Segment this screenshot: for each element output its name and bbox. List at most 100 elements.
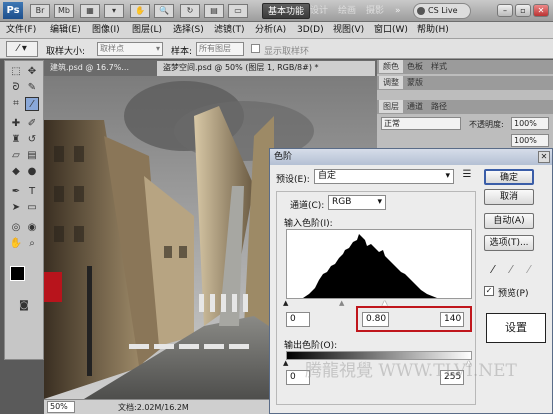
eyedropper-preset-icon[interactable]: ⁄ ▾ — [6, 41, 38, 57]
workspace-painting[interactable]: 绘画 — [333, 3, 361, 19]
lasso-tool-icon[interactable]: ᘐ — [9, 81, 23, 95]
pen-tool-icon[interactable]: ✒ — [9, 185, 23, 199]
quick-mask-icon[interactable]: ◙ — [17, 299, 31, 313]
input-levels-label: 输入色阶(I): — [284, 219, 333, 229]
grid-icon[interactable]: ▦ — [80, 4, 100, 18]
workspace-design[interactable]: 设计 — [305, 3, 333, 19]
screen-mode-icon[interactable]: ▭ — [228, 4, 248, 18]
tab-layers[interactable]: 图层 — [379, 100, 403, 113]
marquee-tool-icon[interactable]: ⬚ — [9, 65, 23, 79]
menu-window[interactable]: 窗口(W) — [374, 24, 408, 37]
menu-view[interactable]: 视图(V) — [333, 24, 364, 37]
input-white-field[interactable]: 140 — [440, 312, 464, 327]
tab-paths[interactable]: 路径 — [427, 100, 451, 113]
minimize-icon[interactable]: – — [497, 4, 513, 17]
zoom-icon[interactable]: 🔍 — [154, 4, 174, 18]
quick-select-tool-icon[interactable]: ✎ — [25, 81, 39, 95]
history-brush-icon[interactable]: ↺ — [25, 133, 39, 147]
path-select-tool-icon[interactable]: ➤ — [9, 201, 23, 215]
gray-eyedropper-icon[interactable]: ⁄ — [510, 263, 512, 276]
menu-file[interactable]: 文件(F) — [6, 24, 36, 37]
menu-image[interactable]: 图像(I) — [92, 24, 120, 37]
channel-select[interactable]: RGB ▾ — [328, 195, 386, 210]
tab-masks[interactable]: 蒙版 — [403, 76, 427, 89]
preview-label: 预览(P) — [498, 289, 529, 299]
tab-building[interactable]: 建筑.psd @ 16.7%... — [44, 61, 155, 76]
output-black-slider[interactable]: ▲ — [283, 360, 288, 367]
zoom-field[interactable]: 50% — [47, 401, 75, 413]
white-eyedropper-icon[interactable]: ⁄ — [528, 263, 530, 276]
dialog-title: 色阶 — [270, 149, 552, 165]
restore-icon[interactable]: ▫ — [515, 4, 531, 17]
toolbox: ⬚ ✥ ᘐ ✎ ⌗ ⁄ ✚ ✐ ♜ ↺ ▱ ▤ ◆ ● ✒ T ➤ ▭ ◎ ◉ … — [4, 60, 44, 360]
blur-tool-icon[interactable]: ◆ — [9, 165, 23, 179]
menu-analysis[interactable]: 分析(A) — [255, 24, 286, 37]
cs-live-button[interactable]: CS Live — [413, 3, 471, 19]
rotate-icon[interactable]: ↻ — [180, 4, 200, 18]
input-black-field[interactable]: 0 — [286, 312, 310, 327]
show-ring-checkbox[interactable] — [251, 44, 260, 53]
workspace-photography[interactable]: 摄影 — [361, 3, 389, 19]
tab-styles[interactable]: 样式 — [427, 60, 451, 73]
tab-channels[interactable]: 通道 — [403, 100, 427, 113]
tab-inception[interactable]: 盗梦空间.psd @ 50% (图层 1, RGB/8#) * — [157, 61, 375, 76]
bridge-icon[interactable]: Br — [30, 4, 50, 18]
arrange-icon[interactable]: ▤ — [204, 4, 224, 18]
foreground-color-swatch[interactable] — [10, 266, 25, 281]
auto-button[interactable]: 自动(A) — [484, 213, 534, 229]
black-eyedropper-icon[interactable]: ⁄ — [492, 263, 494, 276]
menu-help[interactable]: 帮助(H) — [417, 24, 449, 37]
tab-color[interactable]: 颜色 — [379, 60, 403, 73]
sample-size-select[interactable]: 取样点 ▾ — [97, 42, 163, 56]
menu-select[interactable]: 选择(S) — [173, 24, 204, 37]
tab-adjustments[interactable]: 调整 — [379, 76, 403, 89]
gradient-tool-icon[interactable]: ▤ — [25, 149, 39, 163]
dodge-tool-icon[interactable]: ● — [25, 165, 39, 179]
preset-select[interactable]: 自定 ▾ — [314, 169, 454, 184]
3d-orbit-tool-icon[interactable]: ◉ — [25, 221, 39, 235]
menu-3d[interactable]: 3D(D) — [297, 24, 324, 37]
zoom-level-icon[interactable]: ▾ — [104, 4, 124, 18]
type-tool-icon[interactable]: T — [25, 185, 39, 199]
input-gray-field[interactable]: 0.80 — [362, 312, 389, 327]
hand-tool-icon[interactable]: ✋ — [9, 237, 23, 251]
tab-swatches[interactable]: 色板 — [403, 60, 427, 73]
opacity-field[interactable]: 100% — [511, 117, 549, 130]
black-point-slider[interactable]: ▲ — [283, 300, 288, 307]
document-tabs: 建筑.psd @ 16.7%... 盗梦空间.psd @ 50% (图层 1, … — [44, 60, 377, 76]
healing-tool-icon[interactable]: ✚ — [9, 117, 23, 131]
hand-icon[interactable]: ✋ — [130, 4, 150, 18]
preset-options-icon[interactable]: ☰ — [460, 169, 474, 184]
3d-rotate-tool-icon[interactable]: ◎ — [9, 221, 23, 235]
fill-field[interactable]: 100% — [511, 134, 549, 147]
stamp-tool-icon[interactable]: ♜ — [9, 133, 23, 147]
histogram — [286, 229, 472, 299]
menu-edit[interactable]: 编辑(E) — [50, 24, 81, 37]
menu-filter[interactable]: 滤镜(T) — [214, 24, 245, 37]
cancel-button[interactable]: 取消 — [484, 189, 534, 205]
ok-button[interactable]: 确定 — [484, 169, 534, 185]
opacity-label: 不透明度: — [469, 120, 504, 129]
move-tool-icon[interactable]: ✥ — [25, 65, 39, 79]
options-button[interactable]: 选项(T)... — [484, 235, 534, 251]
eyedropper-tool-icon[interactable]: ⁄ — [25, 97, 39, 111]
brush-tool-icon[interactable]: ✐ — [25, 117, 39, 131]
zoom-tool-icon[interactable]: ⌕ — [25, 237, 39, 251]
shape-tool-icon[interactable]: ▭ — [25, 201, 39, 215]
dialog-close-icon[interactable]: ✕ — [538, 151, 550, 163]
workspace-more-icon[interactable]: » — [390, 3, 406, 19]
workspace-essentials[interactable]: 基本功能 — [262, 3, 311, 19]
app-title-bar: Ps Br Mb ▦ ▾ ✋ 🔍 ↻ ▤ ▭ 基本功能 设计 绘画 摄影 » C… — [0, 0, 553, 22]
gray-point-slider[interactable]: ▲ — [339, 300, 344, 307]
channel-label: 通道(C): — [290, 201, 325, 211]
preview-checkbox[interactable]: ✓ — [484, 286, 494, 296]
minibridge-icon[interactable]: Mb — [54, 4, 74, 18]
settings-annotation: 设置 — [486, 313, 546, 343]
sample-select[interactable]: 所有图层 — [196, 42, 244, 56]
eraser-tool-icon[interactable]: ▱ — [9, 149, 23, 163]
menu-layer[interactable]: 图层(L) — [132, 24, 162, 37]
photoshop-logo: Ps — [3, 2, 23, 19]
blend-mode-select[interactable]: 正常 — [381, 117, 461, 130]
crop-tool-icon[interactable]: ⌗ — [9, 97, 23, 111]
close-icon[interactable]: ✕ — [533, 4, 549, 17]
